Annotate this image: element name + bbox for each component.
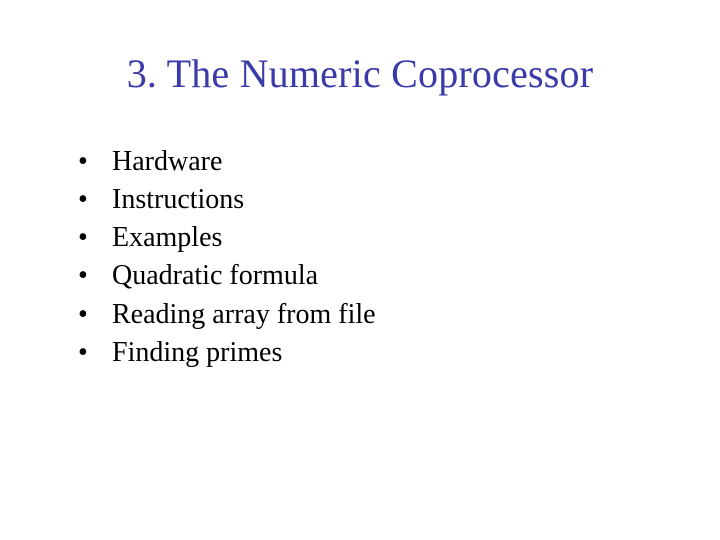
list-item: • Hardware [78,145,650,179]
bullet-dot-icon: • [78,184,112,216]
bullet-text: Quadratic formula [112,259,318,293]
bullet-dot-icon: • [78,337,112,369]
bullet-text: Examples [112,221,222,255]
slide: 3. The Numeric Coprocessor • Hardware • … [0,0,720,540]
list-item: • Reading array from file [78,298,650,332]
bullet-dot-icon: • [78,146,112,178]
bullet-text: Hardware [112,145,222,179]
bullet-dot-icon: • [78,260,112,292]
list-item: • Quadratic formula [78,259,650,293]
list-item: • Finding primes [78,336,650,370]
bullet-dot-icon: • [78,222,112,254]
slide-title: 3. The Numeric Coprocessor [70,50,650,97]
list-item: • Examples [78,221,650,255]
bullet-list: • Hardware • Instructions • Examples • Q… [70,145,650,370]
bullet-dot-icon: • [78,299,112,331]
bullet-text: Reading array from file [112,298,376,332]
bullet-text: Finding primes [112,336,282,370]
bullet-text: Instructions [112,183,244,217]
list-item: • Instructions [78,183,650,217]
